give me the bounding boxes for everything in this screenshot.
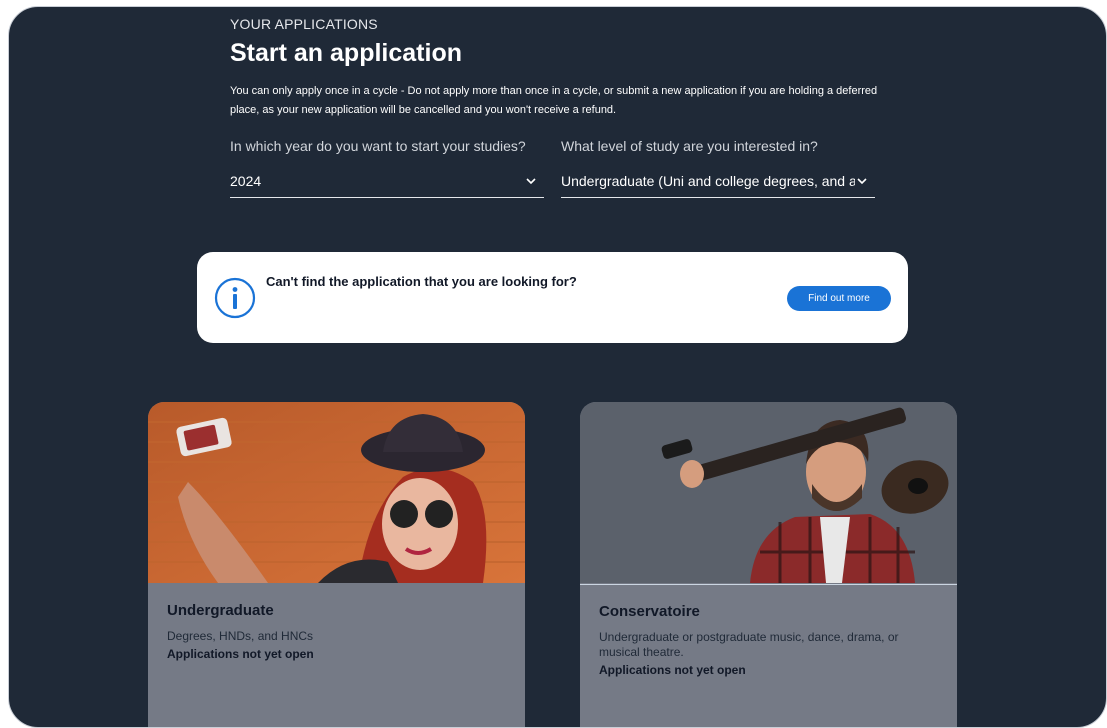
find-out-more-button[interactable]: Find out more — [787, 286, 891, 311]
page-title: Start an application — [230, 39, 462, 67]
undergraduate-title: Undergraduate — [167, 602, 274, 619]
section-eyebrow: YOUR APPLICATIONS — [230, 16, 378, 32]
study-level-field: What level of study are you interested i… — [561, 138, 875, 198]
missing-application-text: Can't find the application that you are … — [266, 274, 577, 289]
conservatoire-image — [580, 402, 957, 583]
cycle-notice: You can only apply once in a cycle - Do … — [230, 85, 878, 116]
conservatoire-card[interactable]: Conservatoire Undergraduate or postgradu… — [580, 402, 957, 727]
app-frame: YOUR APPLICATIONS Start an application Y… — [8, 6, 1107, 728]
undergraduate-status: Applications not yet open — [167, 647, 314, 661]
undergraduate-card[interactable]: Undergraduate Degrees, HNDs, and HNCs Ap… — [148, 402, 525, 727]
study-level-label: What level of study are you interested i… — [561, 138, 818, 154]
undergraduate-image — [148, 402, 525, 583]
start-year-label: In which year do you want to start your … — [230, 138, 526, 154]
conservatoire-description: Undergraduate or postgraduate music, dan… — [599, 630, 899, 659]
study-level-select[interactable]: Undergraduate (Uni and college degrees, … — [561, 165, 875, 198]
undergraduate-description: Degrees, HNDs, and HNCs — [167, 629, 314, 643]
conservatoire-card-body: Conservatoire Undergraduate or postgradu… — [580, 584, 957, 727]
undergraduate-card-body: Undergraduate Degrees, HNDs, and HNCs Ap… — [148, 584, 525, 727]
chevron-down-icon — [857, 178, 867, 185]
missing-application-card: Can't find the application that you are … — [197, 252, 908, 343]
start-year-value: 2024 — [230, 173, 262, 189]
start-year-select[interactable]: 2024 — [230, 165, 544, 198]
chevron-down-icon — [526, 178, 536, 185]
conservatoire-status: Applications not yet open — [599, 663, 746, 677]
study-level-value: Undergraduate (Uni and college degrees, … — [561, 173, 855, 189]
info-icon — [214, 277, 256, 319]
conservatoire-title: Conservatoire — [599, 603, 700, 620]
start-year-field: In which year do you want to start your … — [230, 138, 544, 198]
